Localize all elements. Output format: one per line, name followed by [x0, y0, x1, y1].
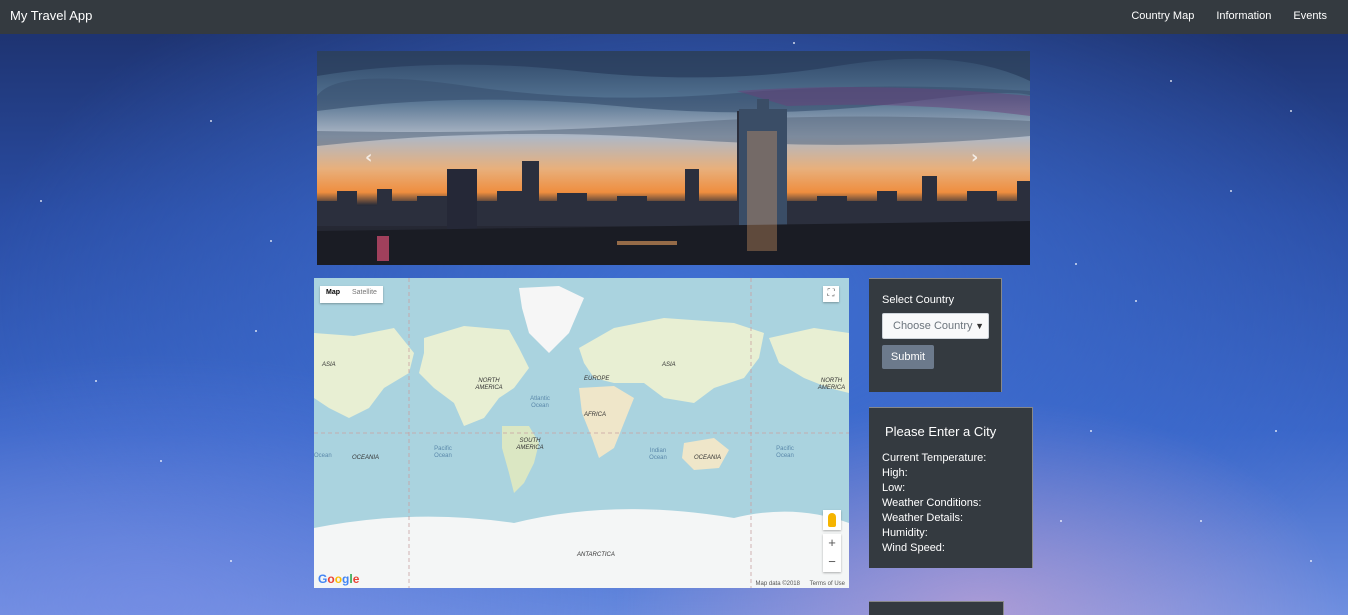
map-label-europe: EUROPE [584, 376, 610, 382]
weather-fields: Current Temperature: High: Low: Weather … [882, 451, 986, 556]
country-map[interactable]: ASIA NORTH AMERICA EUROPE ASIA NORTH AME… [314, 278, 849, 588]
star [270, 240, 272, 242]
star [1060, 520, 1062, 522]
map-label-indian-ocean: Indian Ocean [649, 448, 667, 461]
select-country-panel: Select Country Choose Country ▼ Submit [869, 278, 1002, 392]
star [1075, 263, 1077, 265]
map-label-oceania-2: OCEANIA [694, 455, 722, 461]
select-country-label: Select Country [882, 294, 955, 306]
star [95, 380, 97, 382]
carousel-prev-icon[interactable]: ‹ [365, 147, 372, 168]
dropdown-caret-icon: ▼ [975, 321, 984, 331]
map-data-attribution: Map data ©2018 [755, 581, 800, 587]
star [255, 330, 257, 332]
navbar: My Travel App Country Map Information Ev… [0, 0, 1348, 34]
weather-details-label: Weather Details: [882, 512, 964, 524]
map-label-ocean-edge: Ocean [314, 453, 332, 459]
star [210, 120, 212, 122]
map-label-atlantic-ocean: Atlantic Ocean [530, 396, 550, 409]
nav-link-country-map[interactable]: Country Map [1131, 10, 1194, 22]
star [1200, 520, 1202, 522]
country-select-value: Choose Country [893, 320, 973, 332]
map-label-pacific-ocean-2: Pacific Ocean [776, 446, 794, 459]
weather-conditions-label: Weather Conditions: [882, 497, 982, 509]
weather-title: Please Enter a City [885, 424, 997, 439]
image-carousel: ‹ › [317, 51, 1030, 265]
star [1290, 110, 1292, 112]
star [1230, 190, 1232, 192]
submit-button[interactable]: Submit [882, 345, 934, 369]
humidity-label: Humidity: [882, 527, 928, 539]
map-label-africa: AFRICA [584, 412, 607, 418]
low-label: Low: [882, 482, 906, 494]
fullscreen-icon[interactable]: ⛶ [823, 286, 839, 302]
map-label-oceania: OCEANIA [352, 455, 380, 461]
map-type-control: Map Satellite [320, 286, 383, 303]
map-label-asia: ASIA [322, 362, 336, 368]
map-label-north-america: NORTH AMERICA [475, 378, 503, 391]
current-temperature-label: Current Temperature: [882, 452, 987, 464]
nav-link-information[interactable]: Information [1216, 10, 1271, 22]
star [160, 460, 162, 462]
nav-link-events[interactable]: Events [1293, 10, 1327, 22]
wind-speed-label: Wind Speed: [882, 542, 945, 554]
nav-links: Country Map Information Events [1131, 10, 1327, 22]
map-label-asia-2: ASIA [662, 362, 676, 368]
street-view-pegman-icon[interactable] [823, 510, 841, 530]
high-label: High: [882, 467, 908, 479]
city-skyline-image [317, 51, 1030, 265]
map-label-north-america-2: NORTH AMERICA [817, 378, 846, 391]
map-label-pacific-ocean: Pacific Ocean [434, 446, 452, 459]
world-map-tiles [314, 278, 849, 588]
events-panel [869, 601, 1004, 615]
star [40, 200, 42, 202]
google-logo[interactable]: Google [318, 572, 359, 586]
star [1135, 300, 1137, 302]
star [793, 42, 795, 44]
map-type-satellite-button[interactable]: Satellite [346, 286, 383, 303]
brand-title[interactable]: My Travel App [10, 8, 92, 23]
star [1275, 430, 1277, 432]
terms-of-use-link[interactable]: Terms of Use [810, 581, 845, 587]
country-select[interactable]: Choose Country ▼ [882, 313, 989, 339]
map-attribution: Map data ©2018 Terms of Use [748, 581, 845, 587]
map-label-antarctica: ANTARCTICA [577, 552, 615, 558]
map-type-map-button[interactable]: Map [320, 286, 346, 303]
star [1310, 560, 1312, 562]
map-label-south-america: SOUTH AMERICA [516, 438, 544, 451]
weather-panel: Please Enter a City Current Temperature:… [869, 407, 1033, 568]
star [230, 560, 232, 562]
star [1170, 80, 1172, 82]
carousel-next-icon[interactable]: › [971, 147, 978, 168]
star [1090, 430, 1092, 432]
zoom-in-button[interactable]: + [823, 534, 841, 553]
zoom-control: + − [823, 534, 841, 572]
zoom-out-button[interactable]: − [823, 553, 841, 572]
